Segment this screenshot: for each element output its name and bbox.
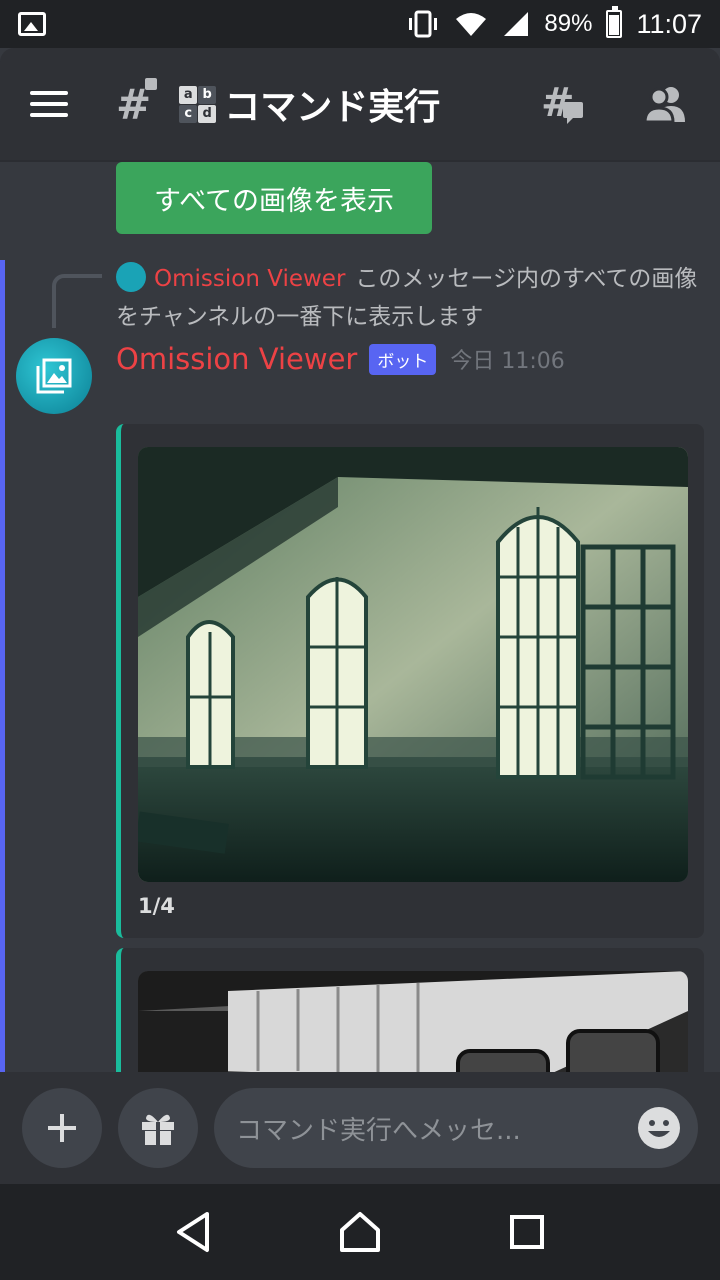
message-author[interactable]: Omission Viewer bbox=[116, 342, 357, 376]
mention-highlight-bar bbox=[0, 260, 5, 1072]
status-bar: 89% 11:07 bbox=[0, 0, 720, 48]
message-timestamp: 今日 11:06 bbox=[450, 349, 565, 374]
plus-icon bbox=[48, 1114, 76, 1142]
channel-title: コマンド実行 bbox=[224, 87, 441, 128]
image-counter: 1/4 bbox=[138, 894, 175, 918]
message-list[interactable]: すべての画像を表示 Omission Viewer このメッセージ内のすべての画像… bbox=[0, 160, 720, 1072]
clock: 11:07 bbox=[636, 8, 702, 39]
home-icon[interactable] bbox=[338, 1210, 382, 1254]
back-icon[interactable] bbox=[173, 1210, 213, 1254]
image-embed bbox=[116, 948, 704, 1072]
locked-channel-icon: # bbox=[116, 77, 158, 129]
wifi-icon bbox=[456, 13, 487, 36]
abcd-emoji-icon: a b c d bbox=[179, 85, 217, 123]
members-icon[interactable] bbox=[640, 79, 690, 129]
show-all-images-button[interactable]: すべての画像を表示 bbox=[116, 162, 432, 234]
reply-connector bbox=[52, 274, 102, 328]
gift-button[interactable] bbox=[118, 1088, 198, 1168]
image-embed: 1/4 bbox=[116, 424, 704, 938]
message-input-placeholder: コマンド実行へメッセ... bbox=[236, 1115, 521, 1146]
gift-icon bbox=[142, 1114, 174, 1145]
channel-header: # a b c d コマンド実行 # bbox=[0, 48, 720, 160]
signal-icon bbox=[504, 12, 529, 36]
system-navigation-bar bbox=[0, 1184, 720, 1280]
avatar[interactable] bbox=[16, 338, 92, 414]
battery-percent: 89% bbox=[544, 10, 593, 37]
image-gallery-icon bbox=[36, 358, 72, 394]
threads-icon[interactable]: # bbox=[538, 79, 588, 129]
embed-image[interactable] bbox=[138, 447, 688, 882]
embed-image[interactable] bbox=[138, 971, 688, 1072]
message-header: Omission Viewer ボット 今日 11:06 bbox=[116, 342, 565, 376]
menu-icon[interactable] bbox=[30, 91, 68, 117]
message-input[interactable]: コマンド実行へメッセ... bbox=[214, 1088, 698, 1168]
image-notification-icon bbox=[18, 12, 46, 36]
recents-icon[interactable] bbox=[507, 1212, 547, 1252]
message-composer: コマンド実行へメッセ... bbox=[0, 1072, 720, 1184]
emoji-icon[interactable] bbox=[638, 1107, 680, 1149]
vibrate-icon bbox=[409, 10, 438, 38]
reply-reference[interactable]: Omission Viewer このメッセージ内のすべての画像をチャンネルの一番下… bbox=[116, 260, 706, 336]
reply-author: Omission Viewer bbox=[154, 266, 346, 292]
reply-avatar bbox=[116, 261, 146, 292]
add-attachment-button[interactable] bbox=[22, 1088, 102, 1168]
bot-badge: ボット bbox=[369, 343, 437, 375]
battery-icon bbox=[606, 6, 623, 38]
